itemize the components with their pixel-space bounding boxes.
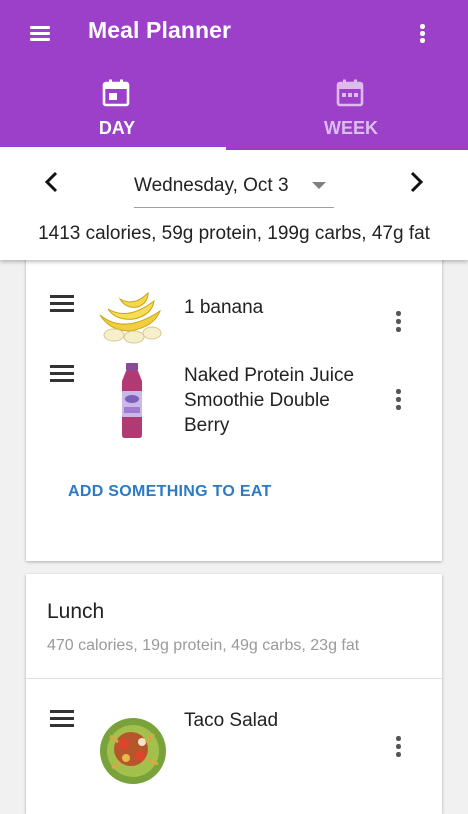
drag-handle-icon[interactable] (50, 365, 76, 385)
meal-card-lunch: Lunch 470 calories, 19g protein, 49g car… (26, 574, 442, 814)
more-options-icon[interactable] (412, 20, 432, 46)
food-item-row[interactable]: Naked Protein Juice Smoothie Double Berr… (26, 361, 442, 441)
meal-card: 1 banana Naked Protein Juice Smoothie Do… (26, 255, 442, 561)
dropdown-caret-icon (312, 182, 326, 189)
selected-date: Wednesday, Oct 3 (134, 175, 289, 196)
previous-day-icon[interactable] (40, 170, 64, 194)
food-item-row[interactable]: 1 banana (26, 291, 442, 351)
smoothie-bottle-image (122, 363, 142, 438)
app-bar: Meal Planner DAY WEEK (0, 0, 468, 150)
add-food-button[interactable]: ADD SOMETHING TO EAT (68, 483, 272, 501)
tab-week[interactable]: WEEK (234, 72, 468, 150)
meal-title: Lunch (47, 600, 105, 623)
item-options-icon[interactable] (390, 736, 406, 762)
banana-image (99, 291, 162, 344)
date-dropdown[interactable]: Wednesday, Oct 3 (134, 169, 334, 208)
day-nutrition-summary: 1413 calories, 59g protein, 199g carbs, … (38, 223, 430, 244)
divider (26, 678, 442, 679)
meal-nutrition-summary: 470 calories, 19g protein, 49g carbs, 23… (47, 637, 360, 654)
calendar-week-icon (336, 79, 364, 107)
item-options-icon[interactable] (390, 311, 406, 337)
food-item-name: 1 banana (184, 297, 264, 318)
date-bar: Wednesday, Oct 3 1413 calories, 59g prot… (0, 150, 468, 260)
hamburger-menu-icon[interactable] (28, 22, 54, 44)
tab-week-label: WEEK (324, 118, 378, 138)
item-options-icon[interactable] (390, 389, 406, 415)
calendar-day-icon (102, 79, 130, 107)
taco-salad-image (100, 718, 166, 784)
app-title: Meal Planner (88, 17, 232, 43)
food-item-row[interactable]: Taco Salad (26, 708, 442, 788)
tab-day[interactable]: DAY (0, 72, 234, 150)
food-item-name: Taco Salad (184, 710, 279, 731)
tab-day-label: DAY (98, 118, 136, 138)
next-day-icon[interactable] (404, 170, 428, 194)
drag-handle-icon[interactable] (50, 295, 76, 315)
drag-handle-icon[interactable] (50, 710, 76, 730)
food-item-name: Naked Protein Juice Smoothie Double Berr… (184, 365, 355, 436)
